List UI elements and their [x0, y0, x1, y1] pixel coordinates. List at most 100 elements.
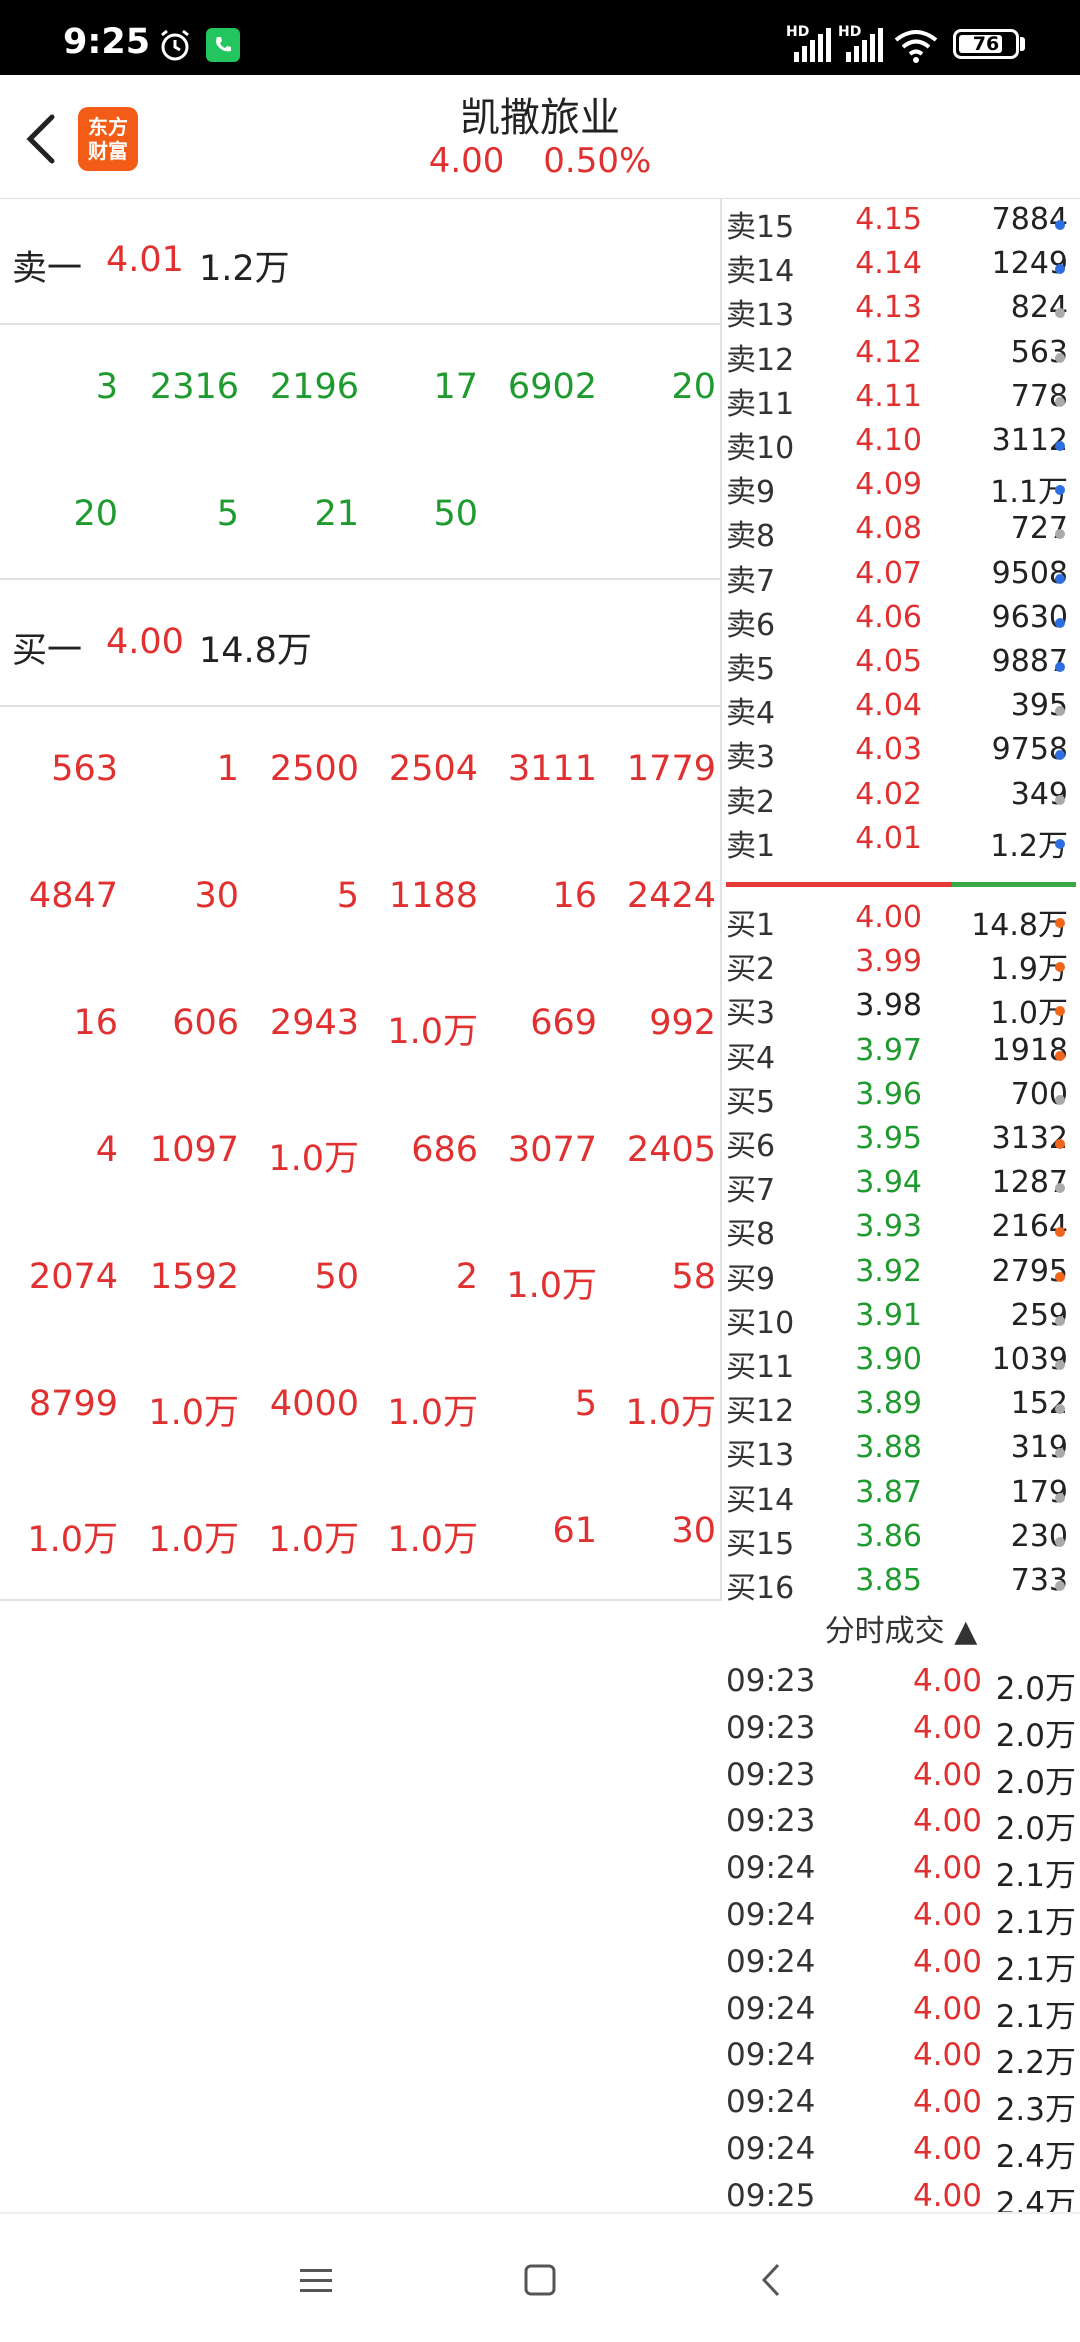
bid-price: 3.85 [855, 1563, 922, 1598]
queue-order: 686 [411, 1130, 478, 1170]
trade-row[interactable]: 09:24 4.00 2.4万 [722, 2127, 1080, 2175]
stock-header: 东方 财富 凯撒旅业 4.00 0.50% [0, 75, 1080, 199]
queue-order: 8799 [28, 1384, 118, 1424]
queue-panel: 卖一 4.01 1.2万 3 2316 2196 17 6902 20 20 5 21 50 买一… [0, 198, 722, 1601]
ask-row[interactable]: 卖15 4.15 7884 [722, 200, 1080, 245]
trade-row[interactable]: 09:24 4.00 2.2万 [722, 2033, 1080, 2081]
trade-row[interactable]: 09:24 4.00 2.3万 [722, 2080, 1080, 2129]
buy1-queue: 563 1 2500 2504 3111 1779 4847 30 5 1188 16 2424 16 6… [0, 707, 720, 1599]
trade-row[interactable]: 09:24 4.00 2.1万 [722, 1846, 1080, 1894]
queue-order: 61 [552, 1511, 597, 1551]
ask-row[interactable]: 卖2 4.02 349 [722, 775, 1080, 820]
bid-row[interactable]: 买5 3.96 700 [722, 1075, 1080, 1120]
blue-dot-icon [1055, 220, 1065, 230]
bid-row[interactable]: 买1 4.00 14.8万 [722, 898, 1080, 943]
ask-volume: 778 [1010, 378, 1068, 414]
trade-time: 09:24 [726, 1850, 816, 1887]
queue-order: 16 [73, 1003, 118, 1043]
trade-row[interactable]: 09:23 4.00 2.0万 [722, 1706, 1080, 1754]
nav-back-icon[interactable] [756, 2262, 786, 2298]
ask-price: 4.03 [855, 732, 922, 768]
trade-row[interactable]: 09:24 4.00 2.1万 [722, 1940, 1080, 1988]
queue-order: 2316 [149, 367, 239, 407]
trade-time: 09:24 [726, 1990, 816, 2027]
orange-dot-icon [1055, 1271, 1065, 1282]
ask-row[interactable]: 卖10 4.10 3112 [722, 421, 1080, 466]
queue-order: 1.0万 [27, 1520, 118, 1560]
trade-row[interactable]: 09:24 4.00 2.1万 [722, 1893, 1080, 1941]
blue-dot-icon [1055, 617, 1065, 628]
ask-label: 卖10 [726, 431, 795, 466]
queue-order: 5 [336, 876, 359, 916]
bid-row[interactable]: 买2 3.99 1.9万 [722, 942, 1080, 987]
bid-row[interactable]: 买14 3.87 179 [722, 1473, 1080, 1518]
bid-volume: 733 [1010, 1563, 1068, 1598]
gray-dot-icon [1055, 1094, 1065, 1105]
queue-order: 1.0万 [148, 1520, 239, 1560]
trade-volume: 2.3万 [995, 2092, 1076, 2129]
bid-row[interactable]: 买11 3.90 1039 [722, 1340, 1080, 1385]
ask-volume: 727 [1010, 511, 1068, 547]
ask-row[interactable]: 卖6 4.06 9630 [722, 598, 1080, 643]
bid-row[interactable]: 买13 3.88 319 [722, 1428, 1080, 1473]
trade-volume: 2.0万 [995, 1671, 1076, 1707]
bid-row[interactable]: 买16 3.85 733 [722, 1561, 1080, 1606]
ask-row[interactable]: 卖5 4.05 9887 [722, 642, 1080, 687]
bid-volume: 152 [1010, 1386, 1068, 1422]
bid-row[interactable]: 买4 3.97 1918 [722, 1031, 1080, 1076]
bid-row[interactable]: 买12 3.89 152 [722, 1384, 1080, 1429]
bid-label: 买6 [726, 1129, 776, 1164]
trade-volume: 2.1万 [995, 1905, 1076, 1941]
ask-label: 卖8 [726, 519, 776, 555]
trade-volume: 2.1万 [995, 1998, 1076, 2035]
trade-time: 09:23 [726, 1663, 816, 1699]
ask-price: 4.07 [855, 555, 922, 591]
ask-row[interactable]: 卖9 4.09 1.1万 [722, 465, 1080, 510]
ask-price: 4.14 [855, 246, 922, 282]
bid-row[interactable]: 买15 3.86 230 [722, 1517, 1080, 1562]
trades-header[interactable]: 分时成交 ▲ [722, 1606, 1080, 1656]
gray-dot-icon [1055, 1360, 1065, 1370]
queue-order: 20 [671, 367, 716, 407]
gray-dot-icon [1055, 1581, 1065, 1591]
trade-row[interactable]: 09:23 4.00 2.0万 [722, 1753, 1080, 1801]
queue-order: 1097 [149, 1130, 239, 1170]
ask-row[interactable]: 卖12 4.12 563 [722, 333, 1080, 378]
trade-volume: 2.0万 [995, 1717, 1076, 1754]
ask-row[interactable]: 卖3 4.03 9758 [722, 730, 1080, 775]
bid-price: 3.95 [855, 1121, 922, 1156]
queue-order: 606 [172, 1003, 239, 1043]
home-icon[interactable] [524, 2264, 556, 2296]
bid-row[interactable]: 买7 3.94 1287 [722, 1163, 1080, 1208]
trade-row[interactable]: 09:23 4.00 2.0万 [722, 1799, 1080, 1847]
ask-volume: 395 [1010, 688, 1068, 724]
ask-price: 4.10 [855, 423, 922, 458]
ask-row[interactable]: 卖1 4.01 1.2万 [722, 819, 1080, 864]
ask-row[interactable]: 卖13 4.13 824 [722, 288, 1080, 333]
bid-row[interactable]: 买6 3.95 3132 [722, 1119, 1080, 1164]
queue-order: 1.0万 [387, 1393, 478, 1433]
queue-order: 1.0万 [268, 1520, 359, 1560]
bid-row[interactable]: 买3 3.98 1.0万 [722, 986, 1080, 1031]
trade-row[interactable]: 09:23 4.00 2.0万 [722, 1659, 1080, 1707]
ask-price: 4.11 [855, 378, 922, 414]
queue-order: 1.0万 [387, 1012, 478, 1052]
ask-row[interactable]: 卖7 4.07 9508 [722, 554, 1080, 599]
bid-row[interactable]: 买8 3.93 2164 [722, 1207, 1080, 1252]
alarm-icon [161, 29, 189, 61]
bid-row[interactable]: 买10 3.91 259 [722, 1296, 1080, 1341]
trade-row[interactable]: 09:24 4.00 2.1万 [722, 1987, 1080, 2035]
bid-label: 买11 [726, 1350, 795, 1385]
ask-row[interactable]: 卖4 4.04 395 [722, 686, 1080, 731]
ask-row[interactable]: 卖8 4.08 727 [722, 509, 1080, 555]
trade-time: 09:24 [726, 1897, 816, 1933]
ask-row[interactable]: 卖14 4.14 1249 [722, 244, 1080, 289]
queue-order: 1592 [149, 1257, 239, 1297]
ask-row[interactable]: 卖11 4.11 778 [722, 377, 1080, 422]
trade-time: 09:24 [726, 1943, 816, 1980]
blue-dot-icon [1055, 573, 1065, 584]
price-summary: 4.00 0.50% [0, 141, 1080, 181]
menu-icon[interactable] [298, 2266, 334, 2296]
bid-price: 3.94 [855, 1165, 922, 1201]
bid-row[interactable]: 买9 3.92 2795 [722, 1252, 1080, 1297]
